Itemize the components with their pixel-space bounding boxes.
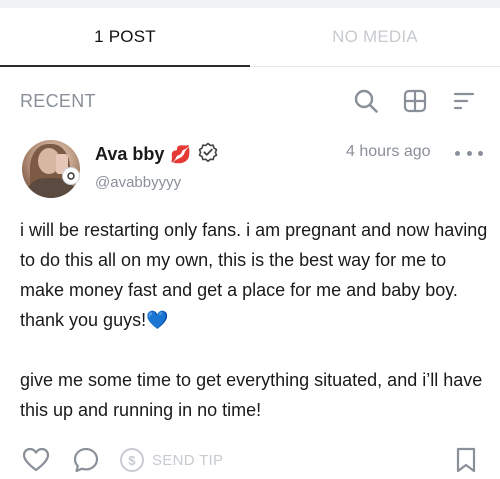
heart-icon[interactable]	[22, 446, 50, 474]
tab-posts-label: 1 POST	[94, 27, 156, 46]
top-strip	[0, 0, 500, 8]
comment-icon[interactable]	[72, 446, 100, 474]
feed-toolbar: RECENT	[0, 75, 500, 127]
send-tip-button[interactable]: $ SEND TIP	[120, 446, 223, 474]
sort-icon[interactable]	[450, 87, 478, 115]
grid-icon[interactable]	[401, 87, 429, 115]
send-tip-label: SEND TIP	[152, 451, 224, 469]
more-options-icon[interactable]	[455, 144, 483, 162]
section-label: RECENT	[20, 91, 96, 111]
post-timestamp: 4 hours ago	[346, 143, 431, 160]
bookmark-icon[interactable]	[452, 446, 480, 474]
tab-media-label: NO MEDIA	[332, 27, 418, 46]
tab-posts[interactable]: 1 POST	[0, 8, 250, 67]
post-actions: $ SEND TIP	[0, 440, 500, 479]
author-emoji: 💋	[170, 144, 192, 164]
profile-tabs: 1 POST NO MEDIA	[0, 8, 500, 67]
search-icon[interactable]	[352, 87, 380, 115]
avatar-status-icon	[62, 167, 80, 185]
post-paragraph-1: i will be restarting only fans. i am pre…	[20, 220, 488, 330]
post-text: i will be restarting only fans. i am pre…	[20, 215, 490, 425]
post-paragraph-2: give me some time to get everything situ…	[20, 370, 483, 420]
verified-icon	[198, 142, 218, 167]
dollar-icon: $	[120, 448, 144, 472]
tab-media[interactable]: NO MEDIA	[250, 8, 500, 66]
author-row: Ava bby 💋	[95, 142, 218, 167]
active-tab-indicator	[0, 65, 250, 67]
author-handle[interactable]: @avabbyyyy	[95, 174, 181, 191]
author-name[interactable]: Ava bby	[95, 144, 164, 165]
